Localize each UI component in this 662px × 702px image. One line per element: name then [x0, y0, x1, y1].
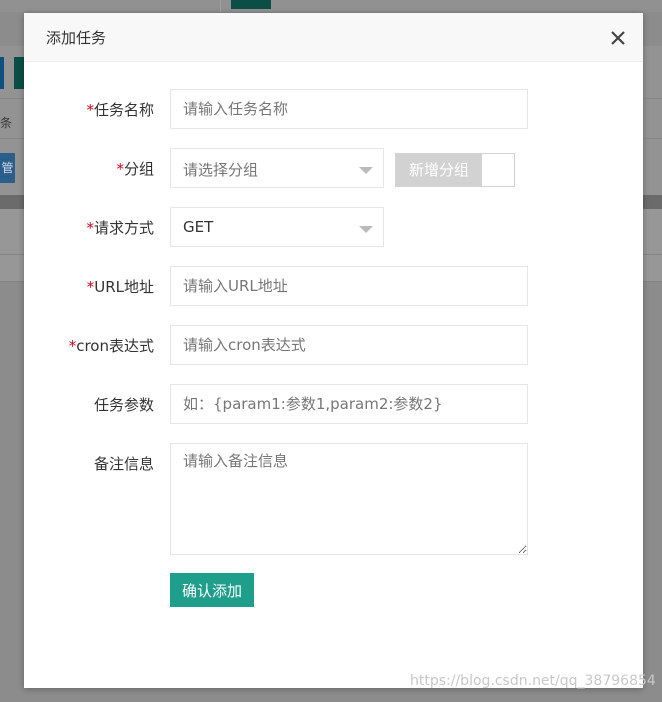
url-label: *URL地址	[86, 278, 154, 296]
remark-label: 备注信息	[93, 455, 154, 473]
add-task-dialog: 添加任务 *任务名称 *分组 请选择分组 新增分组 *请求方式 GET	[24, 13, 643, 688]
confirm-add-button[interactable]: 确认添加	[170, 573, 255, 607]
group-select-placeholder: 请选择分组	[183, 161, 259, 179]
url-input[interactable]	[170, 266, 528, 306]
background-green-button	[14, 57, 24, 89]
add-group-toggle-label: 新增分组	[396, 154, 482, 186]
add-group-toggle[interactable]: 新增分组	[395, 153, 515, 187]
group-label: *分组	[116, 160, 154, 178]
params-input[interactable]	[170, 384, 528, 424]
background-blue-button	[0, 57, 4, 89]
method-select[interactable]: GET	[170, 207, 384, 247]
background-separator	[220, 0, 221, 12]
background-topbar	[0, 0, 662, 12]
chevron-down-icon	[359, 167, 373, 174]
task-name-label: *任务名称	[86, 101, 154, 119]
dialog-header: 添加任务	[24, 13, 643, 62]
close-icon[interactable]	[607, 27, 629, 49]
method-label: *请求方式	[86, 219, 154, 237]
remark-textarea[interactable]	[170, 443, 528, 555]
params-label: 任务参数	[93, 396, 154, 414]
method-select-value: GET	[183, 218, 214, 236]
dialog-title: 添加任务	[46, 29, 107, 47]
group-select[interactable]: 请选择分组	[170, 148, 384, 188]
background-blue-small-button: 管	[0, 153, 15, 183]
background-green-button	[231, 0, 271, 9]
chevron-down-icon	[359, 226, 373, 233]
task-name-input[interactable]	[170, 89, 528, 129]
cron-input[interactable]	[170, 325, 528, 365]
watermark: https://blog.csdn.net/qq_38796854	[410, 673, 656, 689]
cron-label: *cron表达式	[68, 337, 154, 355]
background-label: 条	[0, 116, 13, 130]
